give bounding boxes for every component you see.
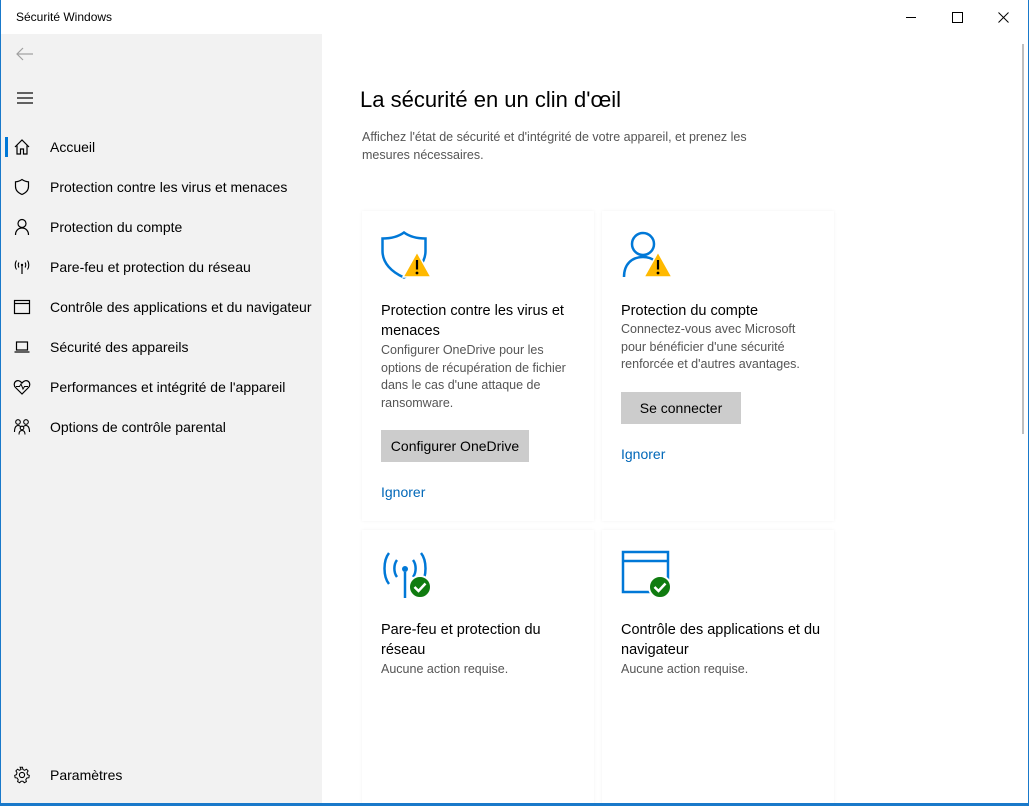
sidebar-item-label: Sécurité des appareils	[50, 339, 189, 355]
card-description: Aucune action requise.	[621, 662, 749, 676]
minimize-icon	[905, 16, 916, 18]
card-account-protection: Protection du compte Connectez-vous avec…	[602, 211, 834, 521]
page-description: Affichez l'état de sécurité et d'intégri…	[362, 130, 747, 162]
app-window-icon	[12, 297, 32, 317]
main-content: La sécurité en un clin d'œil Affichez l'…	[322, 34, 1018, 805]
card-app-browser-control: Contrôle des applications et du navigate…	[602, 530, 834, 805]
sidebar: Accueil Protection contre les virus et m…	[1, 34, 322, 804]
dismiss-link-virus[interactable]: Ignorer	[381, 484, 425, 500]
hamburger-icon	[17, 92, 33, 104]
heart-pulse-icon	[12, 377, 32, 397]
laptop-icon	[12, 337, 32, 357]
family-icon	[12, 417, 32, 437]
card-title: Protection contre les virus et menaces	[381, 303, 564, 339]
card-title: Pare-feu et protection du réseau	[381, 622, 541, 658]
menu-button[interactable]	[1, 78, 49, 118]
sidebar-item-label: Performances et intégrité de l'appareil	[50, 379, 286, 395]
page-title: La sécurité en un clin d'œil	[360, 87, 621, 112]
gear-icon	[12, 765, 32, 785]
back-button[interactable]	[1, 34, 49, 74]
card-virus-protection: Protection contre les virus et menaces C…	[362, 211, 594, 521]
card-description: Configurer OneDrive pour les options de …	[381, 343, 566, 410]
person-warning-icon	[621, 231, 674, 283]
close-button[interactable]	[980, 0, 1026, 34]
sidebar-item-parental-control[interactable]: Options de contrôle parental	[1, 407, 322, 447]
sidebar-item-virus-protection[interactable]: Protection contre les virus et menaces	[1, 167, 322, 207]
sidebar-item-device-performance[interactable]: Performances et intégrité de l'appareil	[1, 367, 322, 407]
sidebar-item-label: Accueil	[50, 139, 96, 155]
sidebar-item-account-protection[interactable]: Protection du compte	[1, 207, 322, 247]
scrollbar-thumb[interactable]	[1022, 44, 1024, 434]
sidebar-item-label: Paramètres	[50, 767, 123, 783]
shield-icon	[12, 177, 32, 197]
maximize-button[interactable]	[934, 0, 980, 34]
sidebar-item-accueil[interactable]: Accueil	[1, 127, 322, 167]
card-firewall: Pare-feu et protection du réseau Aucune …	[362, 530, 594, 805]
window-bottom-edge	[1, 803, 1028, 805]
sidebar-item-label: Options de contrôle parental	[50, 419, 226, 435]
person-icon	[12, 217, 32, 237]
sidebar-item-firewall[interactable]: Pare-feu et protection du réseau	[1, 247, 322, 287]
security-window: Sécurité Windows Accueil Protection cont…	[0, 0, 1029, 806]
sidebar-item-device-security[interactable]: Sécurité des appareils	[1, 327, 322, 367]
sidebar-item-label: Pare-feu et protection du réseau	[50, 259, 251, 275]
home-icon	[12, 137, 32, 157]
minimize-button[interactable]	[888, 0, 934, 34]
sign-in-button[interactable]: Se connecter	[621, 392, 741, 424]
app-window-check-icon	[621, 550, 673, 602]
sidebar-item-label: Protection contre les virus et menaces	[50, 179, 288, 195]
card-description: Aucune action requise.	[381, 662, 509, 676]
sidebar-item-label: Contrôle des applications et du navigate…	[50, 299, 312, 315]
sidebar-item-label: Protection du compte	[50, 219, 183, 235]
sidebar-item-app-browser-control[interactable]: Contrôle des applications et du navigate…	[1, 287, 322, 327]
window-title: Sécurité Windows	[16, 10, 113, 24]
dismiss-link-account[interactable]: Ignorer	[621, 446, 665, 462]
antenna-check-icon	[381, 550, 433, 602]
shield-warning-icon	[381, 230, 433, 283]
antenna-icon	[12, 257, 32, 277]
configure-onedrive-button[interactable]: Configurer OneDrive	[381, 430, 529, 462]
close-icon	[997, 11, 1009, 23]
arrow-left-icon	[16, 47, 33, 61]
vertical-scrollbar[interactable]	[1018, 34, 1028, 804]
title-bar[interactable]: Sécurité Windows	[1, 0, 1028, 34]
card-description: Connectez-vous avec Microsoft pour bénéf…	[621, 322, 800, 371]
sidebar-item-settings[interactable]: Paramètres	[1, 755, 322, 795]
maximize-icon	[951, 11, 963, 23]
card-title: Contrôle des applications et du navigate…	[621, 622, 821, 658]
card-title: Protection du compte	[621, 303, 759, 319]
